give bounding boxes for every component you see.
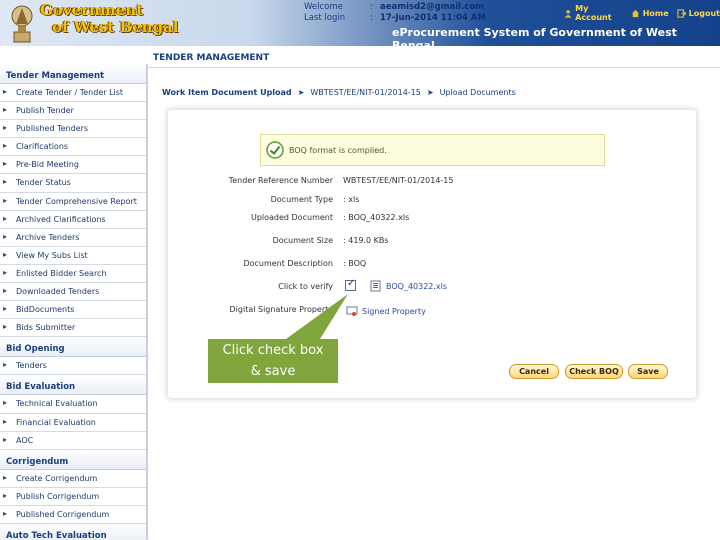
user-icon [564, 9, 572, 18]
user-info: Welcome : aeamisd2@gmail.com Last login … [304, 2, 486, 24]
top-links: My Account Home Logout [564, 4, 720, 22]
sidebar-item[interactable]: Create Tender / Tender List [0, 84, 146, 103]
sidebar-item[interactable]: Pre-Bid Meeting [0, 156, 146, 175]
sidebar-item[interactable]: Technical Evaluation [0, 395, 146, 414]
signed-property-label: Signed Property [362, 306, 426, 316]
sidebar-group-header: Corrigendum [0, 449, 146, 470]
instruction-callout: Click check box & save [208, 339, 338, 383]
logout-label: Logout [688, 8, 720, 18]
sidebar-item[interactable]: BidDocuments [0, 301, 146, 320]
reference-label: Tender Reference Number [228, 176, 333, 185]
sidebar-item[interactable]: Archived Clarifications [0, 211, 146, 229]
sidebar-item[interactable]: Tender Comprehensive Report [0, 193, 146, 211]
description-value: : BOQ [343, 259, 367, 268]
callout-line-1: Click check box [222, 343, 324, 358]
boq-notice: BOQ format is complied. [260, 134, 605, 166]
last-login-value: 17-Jun-2014 11:04 AM [380, 13, 486, 23]
breadcrumb-item-documents: Upload Documents [439, 88, 516, 97]
sidebar-item[interactable]: Downloaded Tenders [0, 283, 146, 302]
sidebar-group-header: Auto Tech Evaluation [0, 523, 146, 540]
welcome-sep: : [370, 2, 373, 12]
size-label: Document Size [272, 236, 333, 245]
notice-message: BOQ format is complied. [289, 146, 387, 155]
check-boq-button[interactable]: Check BOQ [565, 364, 623, 379]
logo-line-2: of West Bengal [52, 18, 179, 36]
callout-line-2: & save [250, 364, 296, 379]
sidebar-menu: Tender ManagementCreate Tender / Tender … [0, 64, 148, 540]
sidebar-item[interactable]: Publish Tender [0, 102, 146, 121]
signature-label: Digital Signature Property [229, 305, 333, 314]
state-emblem-icon [11, 5, 33, 43]
breadcrumb-item-tender[interactable]: WBTEST/EE/NIT-01/2014-15 [310, 88, 421, 97]
last-login-label: Last login [304, 13, 346, 23]
sidebar-item[interactable]: View My Subs List [0, 247, 146, 265]
sidebar-item[interactable]: Tender Status [0, 174, 146, 193]
breadcrumb-arrow-icon: ➤ [297, 88, 305, 97]
breadcrumb-arrow-icon: ➤ [426, 88, 434, 97]
doc-type-value: : xls [343, 195, 360, 204]
my-account-label: My Account [575, 4, 612, 22]
sidebar-item[interactable]: Published Tenders [0, 120, 146, 139]
sidebar-item[interactable]: Bids Submitter [0, 319, 146, 338]
breadcrumb: Work Item Document Upload ➤ WBTEST/EE/NI… [162, 88, 516, 97]
my-account-link[interactable]: My Account [564, 4, 623, 22]
sidebar-item[interactable]: AOC [0, 432, 146, 450]
sidebar-item[interactable]: Enlisted Bidder Search [0, 265, 146, 284]
save-button[interactable]: Save [628, 364, 668, 379]
boq-file-link[interactable]: BOQ_40322.xls [370, 280, 447, 292]
logout-icon [677, 8, 686, 18]
logo-line-1: Government [40, 1, 144, 19]
check-circle-icon [266, 141, 284, 159]
uploaded-label: Uploaded Document [250, 213, 333, 222]
reference-value: WBTEST/EE/NIT-01/2014-15 [343, 176, 454, 185]
sidebar-group-header: Tender Management [0, 64, 146, 84]
signed-property-link[interactable]: Signed Property [346, 305, 426, 317]
boq-file-name: BOQ_40322.xls [386, 281, 448, 291]
excel-file-icon [370, 280, 381, 292]
welcome-value: aeamisd2@gmail.com [380, 2, 485, 12]
certificate-icon [346, 306, 358, 316]
sidebar-item[interactable]: Financial Evaluation [0, 414, 146, 432]
uploaded-value: : BOQ_40322.xls [343, 213, 410, 222]
sidebar-item[interactable]: Publish Corrigendum [0, 488, 146, 506]
last-login-sep: : [370, 13, 373, 23]
sidebar-item[interactable]: Clarifications [0, 138, 146, 157]
home-label: Home [642, 8, 669, 18]
verify-label: Click to verify [278, 282, 333, 291]
sidebar-group-header: Bid Opening [0, 337, 146, 358]
section-title: TENDER MANAGEMENT [153, 53, 270, 63]
doc-type-label: Document Type [270, 195, 333, 204]
logout-link[interactable]: Logout [677, 4, 720, 22]
sidebar-item[interactable]: Tenders [0, 357, 146, 376]
app-header: Government of West Bengal Welcome : aeam… [0, 0, 720, 52]
description-label: Document Description [243, 259, 333, 268]
home-link[interactable]: Home [631, 4, 669, 22]
size-value: : 419.0 KBs [343, 236, 389, 245]
verify-checkbox[interactable] [345, 278, 356, 291]
cancel-button[interactable]: Cancel [509, 364, 559, 379]
sidebar-item[interactable]: Create Corrigendum [0, 470, 146, 488]
logo-text: Government of West Bengal [40, 2, 178, 36]
sidebar-item[interactable]: Published Corrigendum [0, 506, 146, 524]
breadcrumb-item-upload[interactable]: Work Item Document Upload [162, 88, 292, 97]
welcome-label: Welcome [304, 2, 343, 12]
home-icon [631, 9, 639, 17]
sidebar-group-header: Bid Evaluation [0, 375, 146, 396]
section-title-bar: TENDER MANAGEMENT [148, 48, 720, 68]
sidebar-item[interactable]: Archive Tenders [0, 229, 146, 247]
